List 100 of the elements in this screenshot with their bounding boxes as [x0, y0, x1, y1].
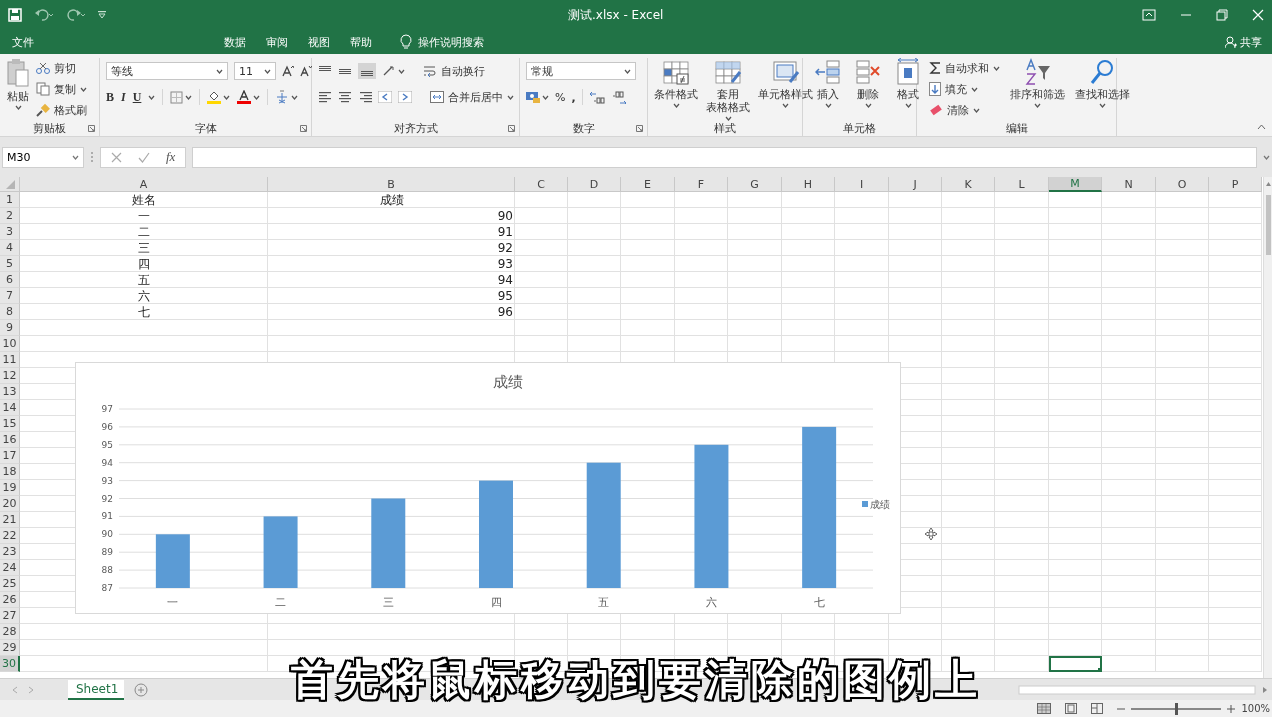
dialog-launcher-icon[interactable]: [508, 125, 515, 132]
page-layout-icon[interactable]: [1065, 703, 1078, 714]
ribbon-tab[interactable]: 数据: [216, 31, 254, 53]
increase-indent-icon[interactable]: [398, 91, 412, 103]
font-name-field[interactable]: 等线: [106, 62, 228, 80]
format-button[interactable]: 格式: [895, 58, 921, 108]
redo-icon[interactable]: [66, 9, 86, 21]
row-header[interactable]: 3: [0, 224, 20, 240]
align-icon[interactable]: [358, 91, 372, 103]
row-header[interactable]: 20: [0, 496, 20, 512]
row-header[interactable]: 25: [0, 576, 20, 592]
brush-icon[interactable]: [36, 103, 50, 117]
cut-button[interactable]: 剪切: [36, 58, 87, 78]
row-header[interactable]: 10: [0, 336, 20, 352]
increase-decimal-icon[interactable]: [588, 90, 605, 104]
undo-icon[interactable]: [34, 9, 54, 21]
copy-icon[interactable]: [36, 82, 50, 96]
customize-icon[interactable]: [98, 11, 106, 19]
copy-button[interactable]: 复制: [36, 79, 87, 99]
column-header[interactable]: K: [942, 177, 995, 192]
sort-filter-icon[interactable]: [1023, 58, 1052, 86]
slider-thumb[interactable]: [1175, 702, 1179, 715]
caret-icon[interactable]: [904, 103, 912, 108]
column-header[interactable]: E: [621, 177, 675, 192]
zoom-in-icon[interactable]: [1227, 704, 1236, 713]
caret-icon[interactable]: [14, 105, 22, 110]
row-header[interactable]: 29: [0, 640, 20, 656]
caret-icon[interactable]: [223, 94, 231, 100]
caret-icon[interactable]: [253, 94, 261, 100]
number-format-field[interactable]: 常规: [526, 62, 636, 80]
comma-button[interactable]: ,: [571, 90, 576, 104]
row-header[interactable]: 4: [0, 240, 20, 256]
formula-field[interactable]: [192, 146, 1257, 168]
format-painter-button[interactable]: 格式刷: [36, 100, 87, 120]
caret-icon[interactable]: [216, 68, 223, 74]
row-header[interactable]: 6: [0, 272, 20, 288]
caret-icon[interactable]: [824, 103, 832, 108]
dialog-launcher-icon[interactable]: [300, 125, 307, 132]
dialog-launcher-icon[interactable]: [636, 125, 643, 132]
collapse-ribbon-icon[interactable]: [1257, 124, 1266, 130]
zoom-level[interactable]: 100%: [1241, 703, 1270, 714]
row-header[interactable]: 30: [0, 656, 20, 672]
caret-icon[interactable]: [782, 103, 789, 108]
caret-icon[interactable]: [185, 94, 193, 100]
row-header[interactable]: 23: [0, 544, 20, 560]
legend-label[interactable]: 成绩: [870, 499, 890, 510]
clear-button[interactable]: 清除: [929, 100, 1000, 120]
caret-icon[interactable]: [724, 116, 732, 121]
ribbon-tab[interactable]: 视图: [300, 31, 338, 53]
caret-icon[interactable]: [1034, 103, 1041, 108]
row-header[interactable]: 8: [0, 304, 20, 320]
shrink-font-icon[interactable]: [300, 65, 312, 77]
row-header[interactable]: 19: [0, 480, 20, 496]
column-header[interactable]: F: [675, 177, 728, 192]
tell-me-search[interactable]: 操作说明搜索: [418, 34, 484, 50]
ribbon-tab[interactable]: 帮助: [342, 31, 380, 53]
caret-icon[interactable]: [72, 154, 79, 160]
active-cell[interactable]: [1049, 656, 1102, 672]
caret-icon[interactable]: [971, 86, 978, 92]
align-icon[interactable]: [318, 91, 332, 103]
row-header[interactable]: 27: [0, 608, 20, 624]
row-header[interactable]: 11: [0, 352, 20, 368]
bar[interactable]: [802, 426, 837, 588]
insert-cells-icon[interactable]: [815, 58, 841, 86]
share-button[interactable]: 共享: [1240, 34, 1262, 50]
row-header[interactable]: 21: [0, 512, 20, 528]
close-icon[interactable]: [1252, 9, 1264, 21]
row-header[interactable]: 5: [0, 256, 20, 272]
column-header[interactable]: C: [515, 177, 568, 192]
name-box[interactable]: M30: [2, 146, 84, 168]
decrease-indent-icon[interactable]: [378, 91, 392, 103]
percent-button[interactable]: %: [555, 90, 566, 104]
caret-icon[interactable]: [542, 94, 549, 100]
bar[interactable]: [155, 534, 190, 588]
font-color-icon[interactable]: [237, 90, 252, 104]
caret-icon[interactable]: [507, 94, 514, 100]
orientation-icon[interactable]: [382, 65, 396, 77]
row-header[interactable]: 9: [0, 320, 20, 336]
caret-icon[interactable]: [624, 68, 631, 74]
column-header[interactable]: I: [835, 177, 889, 192]
ribbon-tab[interactable]: 文件: [4, 31, 42, 53]
caret-icon[interactable]: [864, 103, 872, 108]
merge-icon[interactable]: [430, 91, 444, 103]
grow-font-icon[interactable]: [282, 65, 294, 77]
bold-button[interactable]: B: [106, 89, 114, 105]
row-header[interactable]: 7: [0, 288, 20, 304]
ribbon-display-icon[interactable]: [1142, 9, 1156, 21]
wrap-text-icon[interactable]: [423, 64, 437, 78]
find-select-button[interactable]: 查找和选择: [1075, 58, 1130, 108]
row-header[interactable]: 1: [0, 192, 20, 208]
caret-icon[interactable]: [1099, 103, 1106, 108]
insert-function-button[interactable]: fx: [166, 149, 176, 165]
lightbulb-icon[interactable]: [400, 34, 412, 50]
currency-icon[interactable]: [526, 91, 540, 103]
fill-down-icon[interactable]: [929, 82, 941, 96]
column-header[interactable]: A: [20, 177, 268, 192]
insert-button[interactable]: 插入: [815, 58, 841, 108]
column-header[interactable]: D: [568, 177, 621, 192]
ribbon-tab[interactable]: 审阅: [258, 31, 296, 53]
underline-button[interactable]: U: [132, 89, 142, 105]
